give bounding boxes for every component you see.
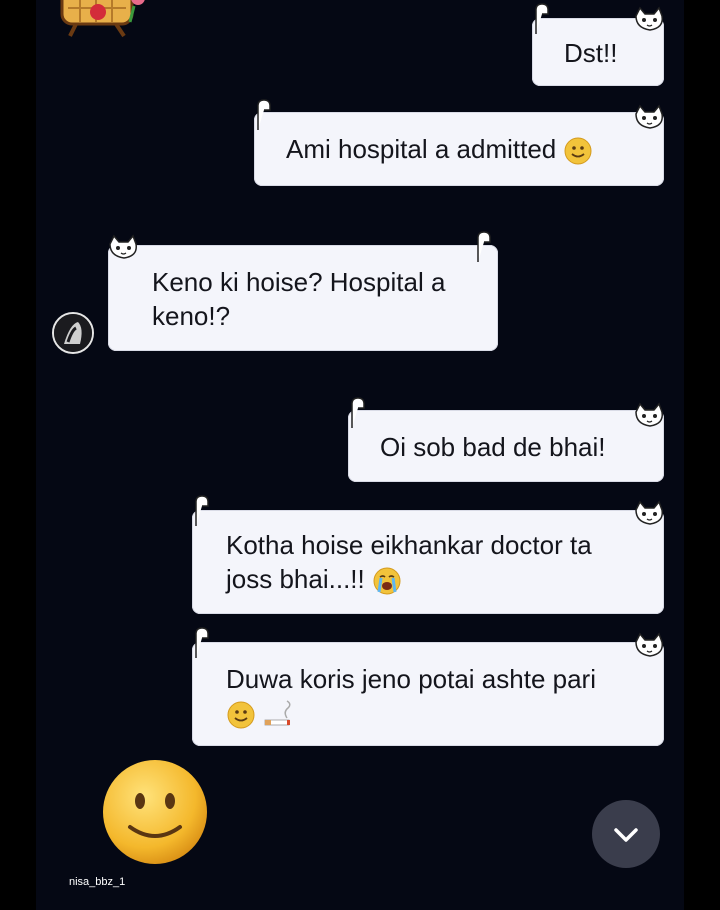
slightly-smiling-face-icon [564, 137, 592, 165]
message-text: Ami hospital a admitted [286, 132, 593, 166]
scroll-to-bottom-button[interactable] [592, 800, 660, 868]
slightly-smiling-face-icon[interactable] [100, 757, 210, 867]
message-bubble-sent[interactable]: Ami hospital a admitted [254, 112, 664, 186]
watermark-text: nisa_bbz_1 [69, 876, 126, 888]
message-bubble-sent[interactable]: Dst!! [532, 18, 664, 86]
message-text-line-2: keno!? [152, 301, 231, 331]
message-text-line-1: Kotha hoise eikhankar doctor ta [226, 530, 592, 560]
message-text: Dst!! [564, 38, 618, 68]
message-bubble-sent[interactable]: Duwa koris jeno potai ashte pari [192, 642, 664, 746]
cigarette-icon [264, 700, 291, 726]
sticker-image[interactable] [54, 0, 146, 40]
loudly-crying-face-icon [373, 567, 401, 595]
message-text-line-2: joss bhai...!! [226, 562, 402, 596]
message-text-content: Ami hospital a admitted [286, 134, 557, 164]
message-text-line-1: Keno ki hoise? Hospital a [152, 267, 446, 297]
chat-screen: Dst!! Ami hospital a admitted Keno ki ho… [36, 0, 684, 910]
avatar-image [54, 314, 92, 352]
chevron-down-icon [614, 828, 638, 842]
message-text: Oi sob bad de bhai! [380, 432, 606, 462]
message-text-content: joss bhai...!! [226, 564, 365, 594]
message-emoji-line [226, 696, 293, 730]
message-text-line-1: Duwa koris jeno potai ashte pari [226, 664, 596, 694]
slightly-smiling-face-icon [227, 701, 255, 729]
message-bubble-sent[interactable]: Kotha hoise eikhankar doctor ta joss bha… [192, 510, 664, 614]
avatar[interactable] [52, 312, 94, 354]
message-bubble-received[interactable]: Keno ki hoise? Hospital a keno!? [108, 245, 498, 351]
message-bubble-sent[interactable]: Oi sob bad de bhai! [348, 410, 664, 482]
